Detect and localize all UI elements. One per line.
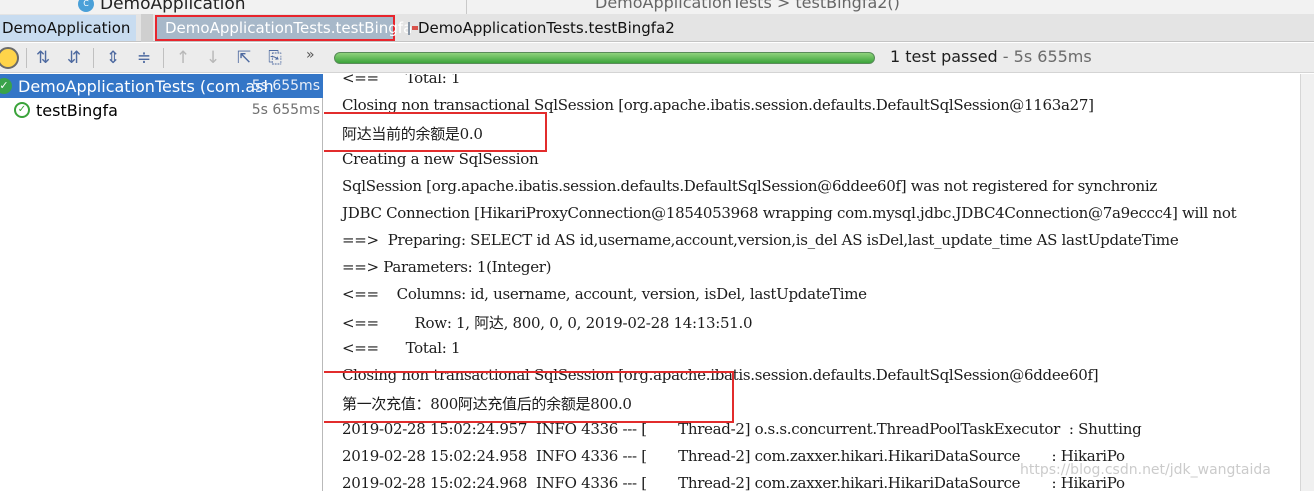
- console-line: ==> Preparing: SELECT id AS id,username,…: [342, 231, 1179, 249]
- highlight-box: [324, 371, 734, 423]
- console-line: <== Columns: id, username, account, vers…: [342, 285, 867, 303]
- tree-root-time: 5s 655ms: [251, 78, 320, 94]
- spring-app-icon: C: [78, 0, 94, 12]
- console-scrollbar[interactable]: [1300, 74, 1314, 491]
- test-status-main: 1 test passed: [890, 47, 998, 66]
- console-line: ==> Parameters: 1(Integer): [342, 258, 552, 276]
- run-tab-bar: DemoApplication DemoApplicationTests.tes…: [0, 14, 1314, 42]
- tree-child-label: testBingfa: [36, 100, 118, 120]
- test-runner-toolbar: ⇅ ⇵ ⇕ ≑ ↑ ↓ ⇱ ⎘ » 1 test passed - 5s 655…: [0, 43, 1314, 73]
- toolbar-separator: [93, 48, 94, 68]
- test-tree: ✓ DemoApplicationTests (com.ash 5s 655ms…: [0, 74, 323, 491]
- console-line: <== Row: 1, 阿达, 800, 0, 0, 2019-02-28 14…: [342, 314, 753, 332]
- passed-icon: ✓: [14, 102, 30, 118]
- toolbar-overflow-button[interactable]: »: [306, 47, 315, 63]
- show-passed-icon[interactable]: [0, 46, 20, 70]
- console-line: <== Total: 1: [342, 339, 461, 357]
- expand-all-icon[interactable]: ⇕: [101, 46, 125, 70]
- project-name: DemoApplication: [100, 0, 246, 14]
- console-line: 2019-02-28 15:02:24.958 INFO 4336 --- [ …: [342, 447, 1125, 465]
- sort-by-duration-icon[interactable]: ⇵: [62, 46, 86, 70]
- test-run-icon: [408, 21, 418, 35]
- collapse-all-icon[interactable]: ≑: [132, 46, 156, 70]
- project-title: C DemoApplication: [78, 0, 246, 14]
- tab-demo-application[interactable]: DemoApplication: [0, 15, 136, 41]
- test-progress-bar: [334, 52, 875, 64]
- tree-root-label: DemoApplicationTests (com.ash: [18, 76, 274, 96]
- next-failed-icon[interactable]: ↓: [201, 46, 225, 70]
- tree-child-time: 5s 655ms: [251, 102, 320, 118]
- test-status: 1 test passed - 5s 655ms: [890, 47, 1092, 66]
- tree-item-root[interactable]: ✓ DemoApplicationTests (com.ash 5s 655ms: [0, 74, 323, 98]
- console-output[interactable]: <== Total: 1 Closing non transactional S…: [324, 74, 1314, 491]
- top-strip: C DemoApplication DemoApplicationTests >…: [0, 0, 1314, 14]
- toolbar-separator: [163, 48, 164, 68]
- import-tests-icon[interactable]: ⎘: [263, 46, 287, 70]
- console-line: <== Total: 1: [342, 74, 461, 87]
- tree-item-test-bingfa[interactable]: ✓ testBingfa 5s 655ms: [0, 98, 323, 122]
- passed-icon: ✓: [0, 78, 12, 94]
- tab-test-bingfa2[interactable]: DemoApplicationTests.testBingfa2: [400, 15, 675, 41]
- sort-alphabetically-icon[interactable]: ⇅: [31, 46, 55, 70]
- breadcrumb: DemoApplicationTests > testBingfa2(): [595, 0, 900, 12]
- toolbar-separator: [26, 48, 27, 68]
- previous-failed-icon[interactable]: ↑: [171, 46, 195, 70]
- console-line: SqlSession [org.apache.ibatis.session.de…: [342, 177, 1158, 195]
- test-status-time: - 5s 655ms: [997, 47, 1092, 66]
- console-line: 2019-02-28 15:02:24.968 INFO 4336 --- [ …: [342, 474, 1125, 491]
- tab-separator: [141, 14, 153, 42]
- test-progress-fill: [335, 53, 874, 63]
- divider: [466, 0, 467, 14]
- export-results-icon[interactable]: ⇱: [232, 46, 256, 70]
- console-line: JDBC Connection [HikariProxyConnection@1…: [342, 204, 1237, 222]
- watermark: https://blog.csdn.net/jdk_wangtaida: [1020, 462, 1271, 478]
- console-line: Creating a new SqlSession: [342, 150, 539, 168]
- highlight-box: [324, 112, 547, 152]
- tab-test-bingfa2-label: DemoApplicationTests.testBingfa2: [418, 19, 675, 37]
- tab-test-bingfa[interactable]: DemoApplicationTests.testBingfa: [155, 15, 412, 41]
